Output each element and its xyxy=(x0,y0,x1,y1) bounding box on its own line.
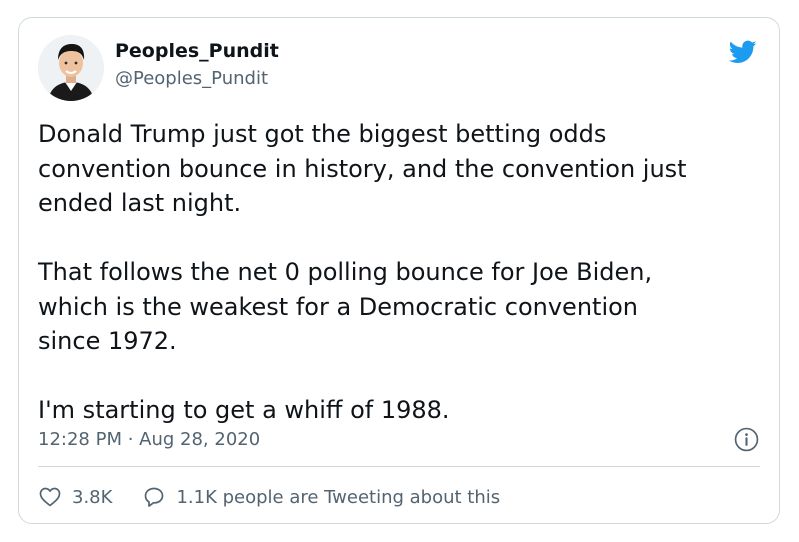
tweet-paragraph: I'm starting to get a whiff of 1988. xyxy=(38,396,450,424)
twitter-bird-icon[interactable] xyxy=(727,38,759,66)
like-button[interactable]: 3.8K xyxy=(38,485,142,509)
heart-icon xyxy=(39,487,61,507)
tweet-paragraph: That follows the net 0 polling bounce fo… xyxy=(38,258,653,355)
like-count: 3.8K xyxy=(72,486,113,508)
tweet-paragraph: Donald Trump just got the biggest bettin… xyxy=(38,120,687,217)
speech-bubble-icon xyxy=(145,487,164,507)
tweet-text: Donald Trump just got the biggest bettin… xyxy=(38,117,763,428)
avatar[interactable] xyxy=(38,35,104,101)
tweeting-about-text: 1.1K people are Tweeting about this xyxy=(176,486,501,508)
info-icon[interactable] xyxy=(734,427,759,452)
timestamp-link[interactable]: 12:28 PM · Aug 28, 2020 xyxy=(38,429,260,450)
divider xyxy=(38,466,760,467)
reply-button[interactable]: 1.1K people are Tweeting about this xyxy=(142,485,500,509)
tweet-card: Peoples_Pundit @Peoples_Pundit Donald Tr… xyxy=(18,17,780,524)
display-name[interactable]: Peoples_Pundit xyxy=(115,40,279,62)
user-handle[interactable]: @Peoples_Pundit xyxy=(115,68,268,89)
tweet-actions: 3.8K 1.1K people are Tweeting about this xyxy=(38,484,500,510)
avatar-illustration xyxy=(38,35,104,101)
